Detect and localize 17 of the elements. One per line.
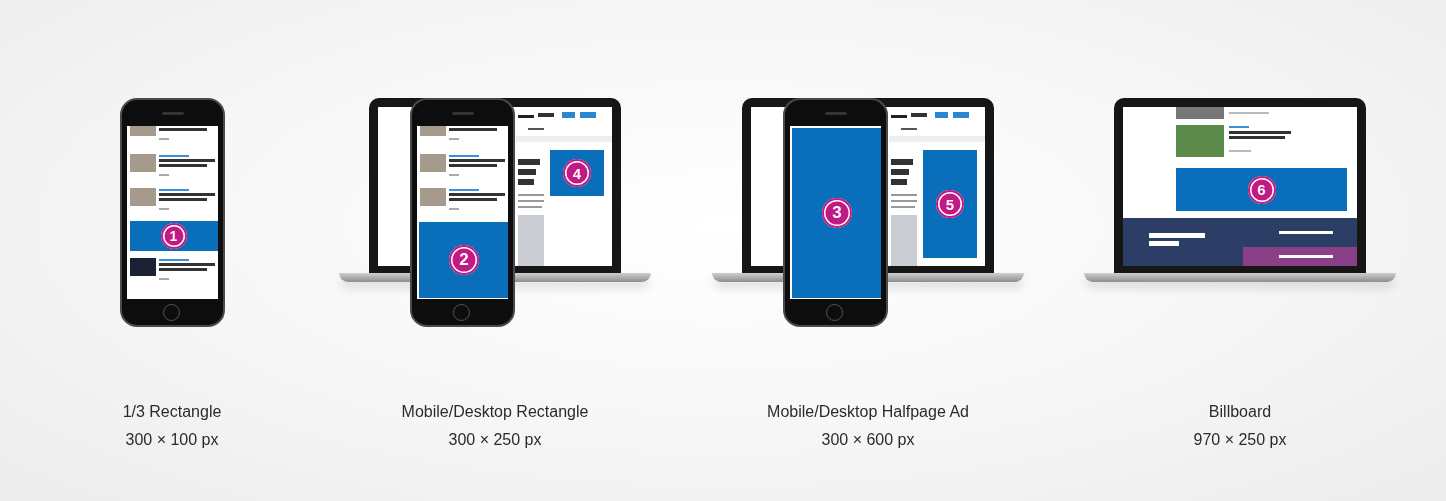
speaker-slot-icon: [452, 112, 474, 115]
number-badge: 5: [936, 190, 964, 218]
format-size: 300 × 100 px: [125, 430, 219, 450]
number-badge: 6: [1247, 175, 1276, 204]
format-name: Mobile/Desktop Halfpage Ad: [767, 402, 969, 422]
format-size: 300 × 600 px: [821, 430, 915, 450]
number-badge: 3: [822, 198, 852, 228]
format-size: 300 × 250 px: [448, 430, 542, 450]
number-badge: 1: [160, 223, 187, 249]
speaker-slot-icon: [161, 112, 184, 115]
format-size: 970 × 250 px: [1193, 430, 1287, 450]
format-name: 1/3 Rectangle: [122, 402, 222, 422]
number-badge: 4: [563, 159, 591, 187]
number-badge: 2: [449, 245, 479, 275]
format-name: Billboard: [1208, 402, 1272, 422]
format-name: Mobile/Desktop Rectangle: [401, 402, 589, 422]
speaker-slot-icon: [825, 112, 847, 115]
